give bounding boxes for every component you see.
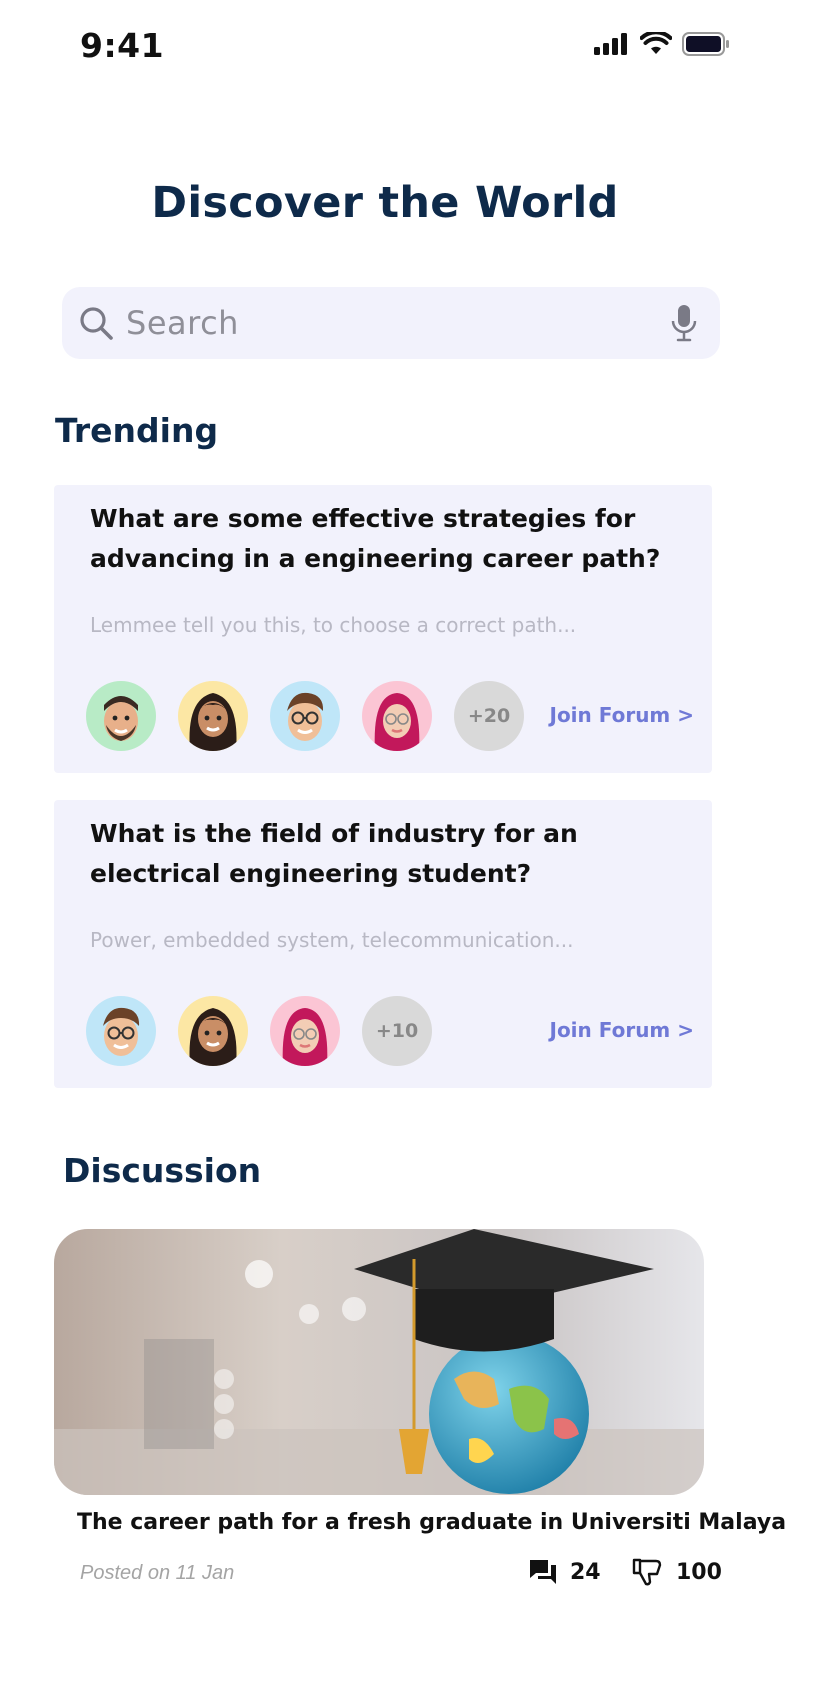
- avatar: [178, 996, 248, 1066]
- discussion-post-title[interactable]: The career path for a fresh graduate in …: [77, 1510, 786, 1535]
- page-title: Discover the World: [151, 178, 619, 228]
- search-bar[interactable]: [62, 287, 720, 359]
- comment-count-value: 24: [570, 1559, 601, 1585]
- comment-count[interactable]: 24: [528, 1557, 601, 1587]
- search-icon: [76, 303, 116, 343]
- microphone-icon[interactable]: [664, 303, 704, 343]
- dislike-count[interactable]: 100: [630, 1557, 722, 1587]
- discussion-image[interactable]: [54, 1229, 704, 1495]
- forum-card[interactable]: What is the field of industry for an ele…: [54, 800, 712, 1088]
- avatar: [362, 681, 432, 751]
- wifi-icon: [640, 32, 672, 54]
- trending-heading: Trending: [55, 411, 219, 450]
- forum-question: What is the field of industry for an ele…: [90, 819, 578, 888]
- forum-question: What are some effective strategies for a…: [90, 504, 661, 573]
- avatar: [86, 681, 156, 751]
- battery-icon: [682, 32, 729, 56]
- avatar: [86, 996, 156, 1066]
- forum-snippet: Lemmee tell you this, to choose a correc…: [90, 613, 577, 637]
- more-participants-badge: +10: [362, 996, 432, 1066]
- search-input[interactable]: [126, 304, 664, 342]
- discover-screen: 9:41 Discover the World Search Trending …: [0, 0, 828, 1688]
- join-forum-link[interactable]: Join Forum >: [550, 703, 695, 727]
- status-icons: [594, 32, 730, 56]
- more-participants-badge: +20: [454, 681, 524, 751]
- dislike-count-value: 100: [676, 1559, 722, 1585]
- posted-date: Posted on 11 Jan: [80, 1562, 235, 1584]
- thumbs-down-icon: [632, 1558, 662, 1586]
- status-time: 9:41: [80, 26, 165, 65]
- forum-snippet: Power, embedded system, telecommunicatio…: [90, 928, 574, 952]
- avatar: [270, 996, 340, 1066]
- join-forum-link[interactable]: Join Forum >: [550, 1018, 695, 1042]
- forum-card[interactable]: What are some effective strategies for a…: [54, 485, 712, 773]
- discussion-heading: Discussion: [63, 1151, 262, 1190]
- avatar: [178, 681, 248, 751]
- cellular-signal-icon: [594, 33, 627, 55]
- avatar: [270, 681, 340, 751]
- comments-icon: [530, 1560, 556, 1584]
